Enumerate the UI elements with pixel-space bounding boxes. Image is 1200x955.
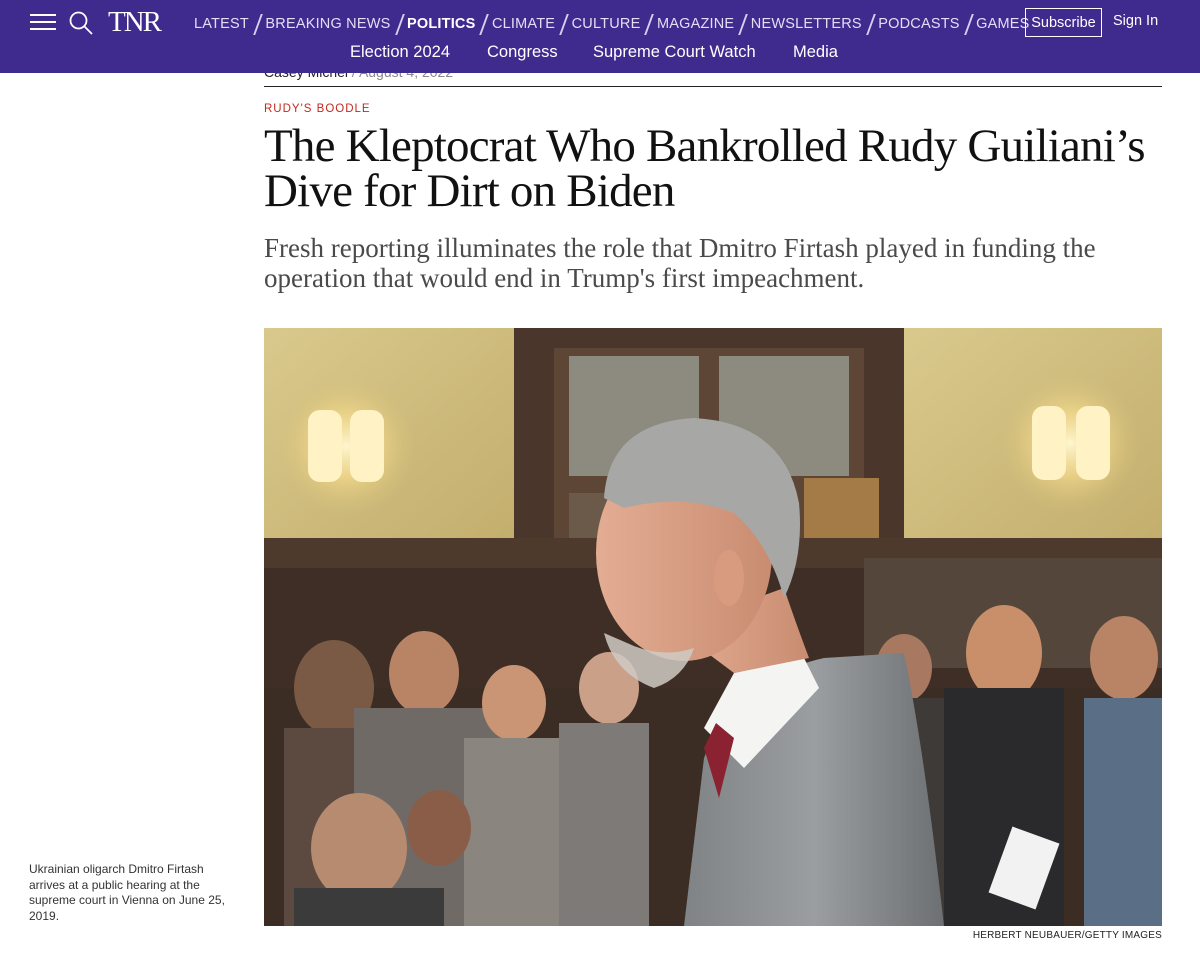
section-divider (559, 13, 569, 35)
hamburger-menu-icon[interactable] (30, 14, 56, 32)
article-dek: Fresh reporting illuminates the role tha… (264, 233, 1096, 293)
section-link-games[interactable]: GAMES (976, 16, 1029, 32)
article-headline: The Kleptocrat Who Bankrolled Rudy Guili… (264, 120, 1146, 217)
section-link-culture[interactable]: CULTURE (572, 16, 641, 32)
section-link-newsletters[interactable]: NEWSLETTERS (751, 16, 862, 32)
section-divider (394, 13, 404, 35)
section-link-politics[interactable]: POLITICS (407, 16, 475, 32)
section-divider (644, 13, 654, 35)
image-credit: HERBERT NEUBAUER/GETTY IMAGES (972, 930, 1162, 941)
section-link-latest[interactable]: LATEST (194, 16, 249, 32)
image-caption: Ukrainian oligarch Dmitro Firtash arrive… (29, 862, 225, 923)
section-divider (479, 13, 489, 35)
article-kicker[interactable]: RUDY'S BOODLE (264, 103, 371, 115)
section-divider (253, 13, 263, 35)
section-link-breaking-news[interactable]: BREAKING NEWS (265, 16, 390, 32)
section-divider (738, 13, 748, 35)
subnav-congress[interactable]: Congress (487, 43, 558, 62)
subnav-election-2024[interactable]: Election 2024 (350, 43, 450, 62)
section-link-podcasts[interactable]: PODCASTS (878, 16, 959, 32)
section-link-magazine[interactable]: MAGAZINE (657, 16, 734, 32)
sign-in-link[interactable]: Sign In (1113, 13, 1158, 29)
subnav-media[interactable]: Media (793, 43, 838, 62)
section-nav: LATEST BREAKING NEWS POLITICS CLIMATE CU… (194, 13, 1030, 35)
top-nav-bar: TNR LATEST BREAKING NEWS POLITICS CLIMAT… (0, 0, 1200, 73)
section-divider (865, 13, 876, 35)
subnav-supreme-court-watch[interactable]: Supreme Court Watch (593, 43, 756, 62)
subscribe-button[interactable]: Subscribe (1025, 8, 1102, 37)
site-logo[interactable]: TNR (108, 6, 162, 39)
politics-subnav: Election 2024 Congress Supreme Court Wat… (0, 43, 1200, 65)
search-icon[interactable] (68, 10, 94, 36)
section-link-climate[interactable]: CLIMATE (492, 16, 555, 32)
hero-photo (264, 328, 1162, 926)
section-divider (963, 13, 973, 35)
